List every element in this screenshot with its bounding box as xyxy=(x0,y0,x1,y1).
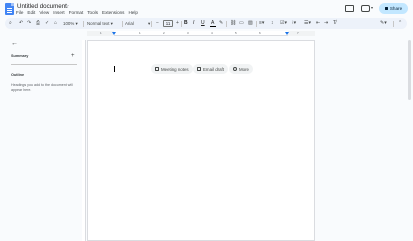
clear-formatting-icon[interactable]: T̸ xyxy=(333,20,336,27)
menu-help[interactable]: Help xyxy=(128,10,137,17)
ruler-number: 1 xyxy=(100,31,102,35)
italic-button[interactable]: I xyxy=(193,20,194,27)
underline-button[interactable]: U xyxy=(201,20,205,27)
outline-divider xyxy=(11,64,77,65)
numbered-list-icon[interactable]: ☰▾ xyxy=(304,20,311,27)
paragraph-style-select[interactable]: Normal text ▾ xyxy=(87,20,113,27)
meeting-notes-chip[interactable]: Meeting notes xyxy=(151,64,193,74)
text-color-swatch xyxy=(210,25,216,27)
more-label: More xyxy=(239,66,250,72)
bold-button[interactable]: B xyxy=(184,20,188,27)
scrollbar-thumb[interactable] xyxy=(408,40,411,100)
ruler-number: 1 xyxy=(139,31,141,35)
link-icon[interactable]: ⛓ xyxy=(230,20,236,27)
toolbar: ⌕ ↶ ↷ ⎙ ✓ ⌂ 100% ▾ Normal text ▾ Arial ▾… xyxy=(5,18,407,29)
ruler-number: 6 xyxy=(259,31,261,35)
decrease-font-size-button[interactable]: − xyxy=(156,20,159,27)
ruler-number: 7 xyxy=(297,31,299,35)
docs-logo-icon[interactable] xyxy=(5,3,14,15)
right-indent-marker[interactable] xyxy=(285,32,289,35)
share-button[interactable]: Share xyxy=(379,3,408,14)
highlight-icon[interactable]: ✎ xyxy=(219,20,223,27)
outline-help-text: Headings you add to the document will ap… xyxy=(11,83,73,92)
toolbar-divider xyxy=(122,20,123,27)
font-select[interactable]: Arial ▾ xyxy=(125,20,150,27)
star-icon[interactable]: ☆ xyxy=(64,3,69,10)
decrease-indent-icon[interactable]: ⇤ xyxy=(316,20,320,27)
paint-format-icon[interactable]: ⌂ xyxy=(54,20,57,27)
editing-mode-icon[interactable]: ✎▾ xyxy=(380,20,387,27)
bulleted-list-icon[interactable]: ⁝▾ xyxy=(292,20,296,27)
increase-indent-icon[interactable]: ⇥ xyxy=(324,20,328,27)
menu-tools[interactable]: Tools xyxy=(87,10,98,17)
font-value: Arial xyxy=(125,21,134,26)
toolbar-divider xyxy=(151,20,152,27)
menu-format[interactable]: Format xyxy=(69,10,84,17)
chevron-up-icon[interactable]: ⌃ xyxy=(398,20,402,27)
ruler-number: 4 xyxy=(211,31,213,35)
more-icon xyxy=(233,67,237,71)
summary-heading: Summary xyxy=(11,54,29,58)
font-size-input[interactable]: 11 xyxy=(163,20,173,27)
add-summary-button[interactable]: + xyxy=(71,53,75,59)
outline-heading: Outline xyxy=(11,73,25,77)
toolbar-divider xyxy=(256,20,257,27)
meet-icon[interactable] xyxy=(361,5,370,12)
left-indent-marker[interactable] xyxy=(112,32,116,35)
text-cursor xyxy=(114,66,115,72)
email-draft-chip[interactable]: Email draft xyxy=(193,64,228,74)
ruler-number: 5 xyxy=(235,31,237,35)
back-arrow-icon[interactable]: ← xyxy=(11,40,18,47)
share-label: Share xyxy=(389,6,403,11)
checklist-icon[interactable]: ☑▾ xyxy=(280,20,287,27)
chevron-down-icon[interactable]: ▾ xyxy=(371,5,373,10)
meeting-notes-label: Meeting notes xyxy=(161,66,189,72)
ruler-right-margin xyxy=(288,31,315,36)
lock-icon xyxy=(384,7,388,10)
toolbar-divider xyxy=(181,20,182,27)
print-icon[interactable]: ⎙ xyxy=(36,20,40,27)
increase-font-size-button[interactable]: + xyxy=(176,20,179,27)
comment-history-icon[interactable] xyxy=(345,5,354,12)
paragraph-style-value: Normal text xyxy=(87,21,110,26)
google-docs-window: Untitled document ☆ File Edit View Inser… xyxy=(0,0,413,241)
horizontal-ruler[interactable]: 1 1 2 3 4 5 6 7 xyxy=(87,31,315,36)
document-icon xyxy=(155,67,159,71)
zoom-select[interactable]: 100% ▾ xyxy=(63,20,78,27)
menu-file[interactable]: File xyxy=(16,10,23,17)
add-comment-icon[interactable]: ▭ xyxy=(239,20,244,27)
menu-bar: File Edit View Insert Format Tools Exten… xyxy=(16,10,138,17)
more-chip[interactable]: More xyxy=(229,64,254,74)
search-menus-icon[interactable]: ⌕ xyxy=(9,20,12,27)
undo-icon[interactable]: ↶ xyxy=(19,20,23,27)
menu-view[interactable]: View xyxy=(39,10,49,17)
redo-icon[interactable]: ↷ xyxy=(27,20,31,27)
zoom-value: 100% xyxy=(63,21,75,26)
vertical-ruler[interactable] xyxy=(82,40,86,241)
title-bar: Untitled document ☆ File Edit View Inser… xyxy=(0,0,413,17)
ruler-number: 3 xyxy=(187,31,189,35)
menu-edit[interactable]: Edit xyxy=(27,10,35,17)
spellcheck-icon[interactable]: ✓ xyxy=(45,20,49,27)
ruler-number: 2 xyxy=(163,31,165,35)
document-title[interactable]: Untitled document xyxy=(17,3,67,10)
menu-insert[interactable]: Insert xyxy=(53,10,65,17)
toolbar-divider xyxy=(83,20,84,27)
toolbar-divider xyxy=(226,20,227,27)
toolbar-divider xyxy=(393,20,394,27)
insert-image-icon[interactable]: ▨ xyxy=(248,20,253,27)
line-spacing-icon[interactable]: ↕ xyxy=(271,20,274,27)
email-icon xyxy=(197,67,201,71)
email-draft-label: Email draft xyxy=(203,66,224,72)
align-icon[interactable]: ≡▾ xyxy=(259,20,264,27)
menu-extensions[interactable]: Extensions xyxy=(102,10,124,17)
